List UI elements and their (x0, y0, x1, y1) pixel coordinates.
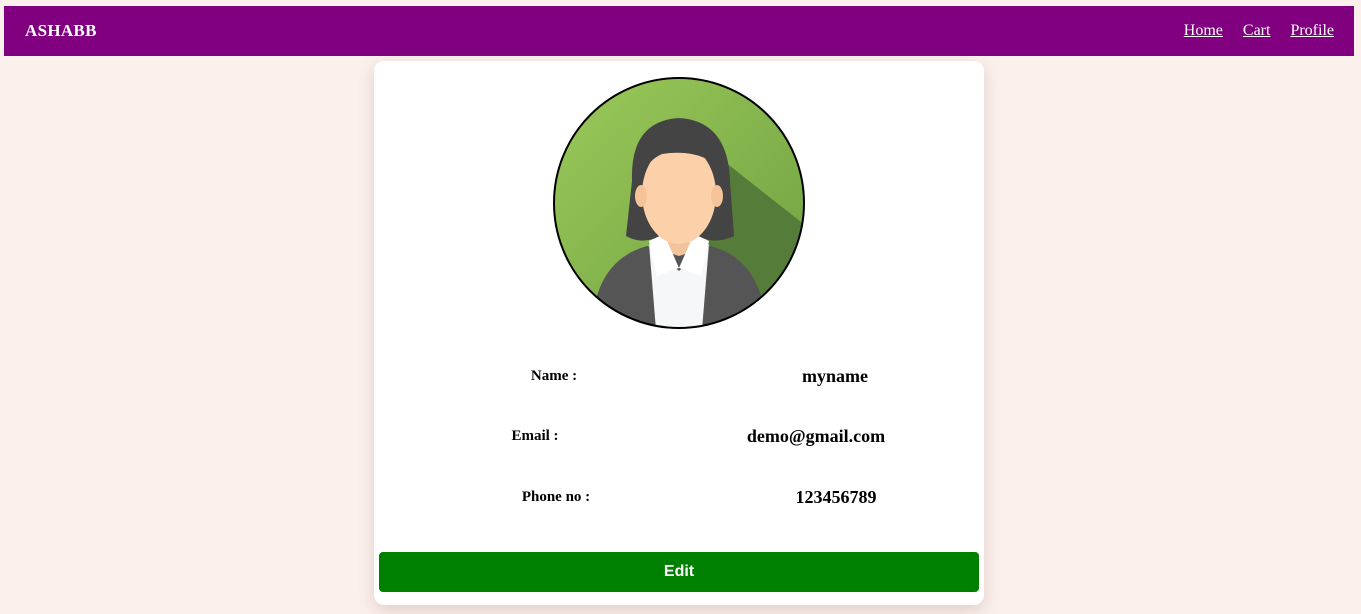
edit-button[interactable]: Edit (379, 552, 979, 592)
brand-logo[interactable]: ASHABB (25, 21, 97, 41)
nav-link-cart[interactable]: Cart (1243, 22, 1271, 40)
nav-link-profile[interactable]: Profile (1290, 22, 1334, 40)
nav-links: Home Cart Profile (1184, 22, 1334, 40)
email-label: Email : (511, 428, 559, 444)
name-label: Name : (530, 368, 578, 384)
nav-link-home[interactable]: Home (1184, 22, 1223, 40)
phone-label: Phone no : (521, 489, 591, 505)
female-user-avatar-icon (553, 77, 805, 329)
phone-value: 123456789 (795, 487, 877, 507)
navbar: ASHABB Home Cart Profile (4, 6, 1354, 56)
email-value: demo@gmail.com (746, 426, 886, 446)
profile-card: Name : myname Email : demo@gmail.com Pho… (374, 61, 984, 605)
name-value: myname (802, 366, 868, 386)
